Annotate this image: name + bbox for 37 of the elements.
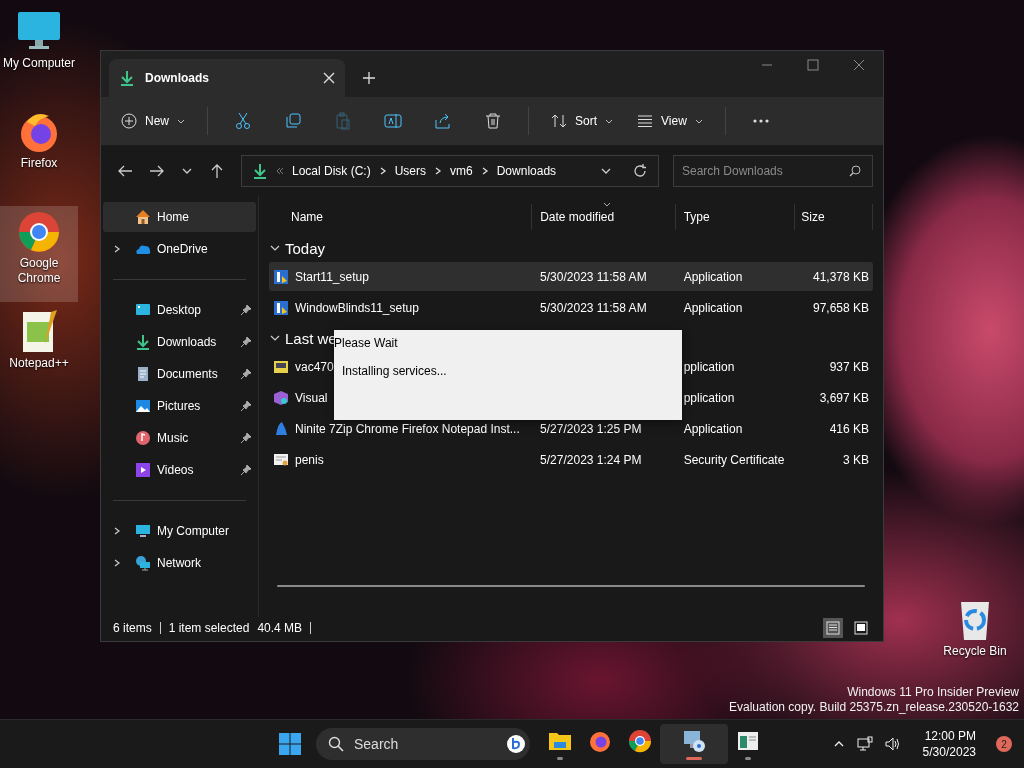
date-modified: 5/27/2023 1:24 PM bbox=[540, 452, 642, 467]
desktop-icon-label: Google Chrome bbox=[16, 256, 62, 286]
file-type: Application bbox=[683, 269, 743, 284]
file-name: Start11_setup bbox=[295, 269, 369, 284]
file-type: Application bbox=[683, 300, 743, 315]
clock-date: 5/30/2023 bbox=[922, 744, 976, 760]
file-type: Security Certificate bbox=[683, 452, 785, 467]
file-type: Application bbox=[683, 421, 743, 436]
date-modified: 5/27/2023 1:25 PM bbox=[540, 421, 642, 436]
build-notice: Windows 11 Pro Insider Preview bbox=[847, 685, 1019, 700]
selection-info: 1 item selected bbox=[168, 621, 250, 635]
file-name: vac470 bbox=[295, 359, 334, 374]
file-size: 3 KB bbox=[843, 452, 869, 467]
desktop-icon-label: Notepad++ bbox=[8, 356, 70, 371]
file-name: Visual bbox=[295, 390, 328, 405]
dialog-title: Please Wait bbox=[334, 336, 398, 350]
file-type: pplication bbox=[683, 390, 735, 405]
file-name: penis bbox=[295, 452, 324, 467]
build-notice: Evaluation copy. Build 25375.zn_release.230520-1632 bbox=[729, 700, 1019, 715]
date-modified: 5/30/2023 11:58 AM bbox=[540, 269, 647, 284]
selection-size: 40.4 MB bbox=[257, 621, 303, 635]
file-size: 937 KB bbox=[829, 359, 869, 374]
item-count: 6 items bbox=[113, 621, 152, 635]
file-type: pplication bbox=[683, 359, 735, 374]
tab-title: Downloads bbox=[145, 71, 210, 85]
file-name: WindowBlinds11_setup bbox=[295, 300, 419, 315]
file-size: 41,378 KB bbox=[812, 269, 869, 284]
dialog-message: Installing services... bbox=[342, 364, 447, 378]
file-name: Ninite 7Zip Chrome Firefox Notepad Inst... bbox=[295, 421, 520, 436]
file-size: 97,658 KB bbox=[812, 300, 869, 315]
date-modified: 5/30/2023 11:58 AM bbox=[540, 300, 647, 315]
clock-time: 12:00 PM bbox=[924, 728, 976, 744]
file-size: 416 KB bbox=[829, 421, 869, 436]
file-size: 3,697 KB bbox=[819, 390, 869, 405]
desktop-icon-label: Firefox bbox=[19, 156, 59, 171]
desktop-icon-label: My Computer bbox=[2, 56, 76, 71]
desktop-icon-label: Recycle Bin bbox=[942, 644, 1008, 659]
